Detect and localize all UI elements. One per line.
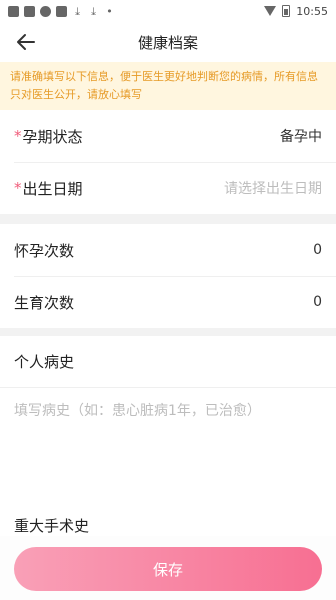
chat-icon — [40, 5, 51, 17]
pregnancy-status-label: 孕期状态 — [22, 127, 83, 146]
pregnancy-count-label: 怀孕次数 — [14, 241, 75, 260]
birth-count-label: 生育次数 — [14, 293, 75, 312]
dot-icon: • — [106, 4, 113, 18]
medical-history-card: 个人病史 填写病史（如：患心脏病1年，已治愈） — [0, 336, 336, 504]
app-icon — [8, 5, 19, 17]
save-bar: 保存 — [0, 535, 336, 600]
battery-icon — [282, 5, 291, 17]
pregnancy-count-row[interactable]: 怀孕次数 0 — [0, 224, 336, 276]
medical-history-textarea[interactable]: 填写病史（如：患心脏病1年，已治愈） — [0, 388, 336, 504]
required-mark: * — [14, 127, 22, 145]
birth-date-row[interactable]: * 出生日期 请选择出生日期 — [0, 162, 336, 214]
pregnancy-count-value[interactable]: 0 — [313, 242, 322, 258]
notification-icons: ⤓ ⤓ • — [8, 4, 115, 18]
notice-banner: 请准确填写以下信息，便于医生更好地判断您的病情，所有信息只对医生公开，请放心填写 — [0, 62, 336, 110]
required-mark: * — [14, 179, 22, 197]
birth-count-value[interactable]: 0 — [313, 294, 322, 310]
download-icon: ⤓ — [91, 4, 96, 18]
page-title: 健康档案 — [137, 33, 198, 52]
birth-date-label: 出生日期 — [22, 179, 83, 198]
app-header: 健康档案 — [0, 22, 336, 62]
status-bar: ⤓ ⤓ • 10:55 — [0, 0, 336, 22]
save-button[interactable]: 保存 — [14, 547, 322, 591]
pregnancy-status-row[interactable]: * 孕期状态 备孕中 — [0, 110, 336, 162]
pregnancy-status-value[interactable]: 备孕中 — [280, 126, 322, 146]
medical-history-title: 个人病史 — [0, 336, 336, 388]
app-icon — [56, 5, 67, 17]
status-time: 10:55 — [296, 4, 328, 18]
basic-info-card: * 孕期状态 备孕中 * 出生日期 请选择出生日期 — [0, 110, 336, 214]
download-icon: ⤓ — [75, 4, 80, 18]
surgery-history-card: 重大手术史 — [0, 496, 336, 536]
wifi-icon — [264, 6, 277, 16]
app-icon — [24, 5, 35, 17]
birth-count-row[interactable]: 生育次数 0 — [0, 276, 336, 328]
surgery-history-title: 重大手术史 — [14, 517, 90, 535]
counts-card: 怀孕次数 0 生育次数 0 — [0, 224, 336, 328]
arrow-left-icon[interactable] — [14, 30, 38, 54]
birth-date-picker[interactable]: 请选择出生日期 — [224, 178, 322, 198]
